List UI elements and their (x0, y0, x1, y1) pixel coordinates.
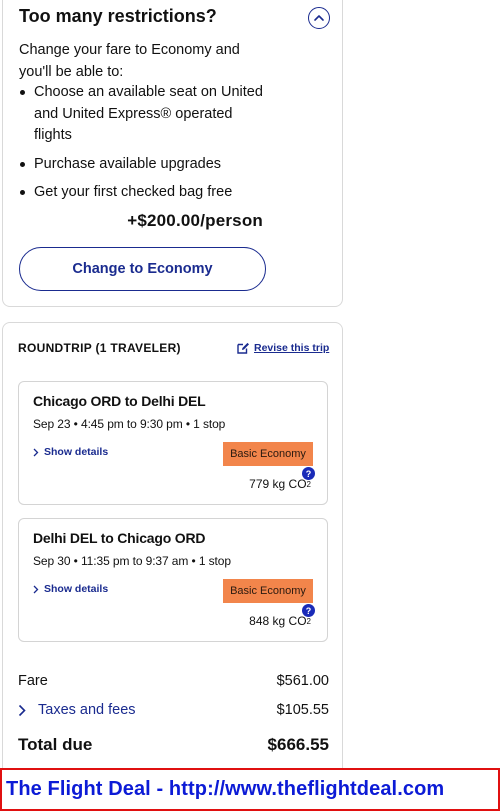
upgrade-price: +$200.00/person (127, 211, 263, 230)
trip-heading: ROUNDTRIP (1 TRAVELER) (18, 341, 181, 355)
co2-emissions: 848 kg CO 2 ? (249, 604, 315, 628)
edit-icon (237, 342, 249, 354)
chevron-right-icon (18, 704, 26, 716)
upsell-intro: Change your fare to Economy and you'll b… (19, 42, 240, 80)
co2-value: 848 kg CO (249, 614, 307, 628)
co2-subscript: 2 (306, 479, 311, 489)
help-icon[interactable]: ? (302, 604, 315, 617)
total-value: $666.55 (267, 735, 329, 754)
benefit-item-bag: Get your first checked bag free (19, 182, 269, 204)
taxes-toggle[interactable]: Taxes and fees (18, 702, 136, 718)
revise-trip-label: Revise this trip (254, 342, 330, 354)
co2-subscript: 2 (306, 616, 311, 626)
flight-route: Chicago ORD to Delhi DEL (33, 393, 206, 409)
chevron-right-icon (33, 448, 39, 456)
benefit-list: Choose an available seat on United and U… (19, 82, 269, 204)
show-details-label: Show details (44, 583, 109, 595)
fare-label: Fare (18, 673, 48, 689)
benefit-item-upgrades: Purchase available upgrades (19, 154, 269, 176)
taxes-label: Taxes and fees (38, 702, 136, 718)
fare-row: Fare $561.00 (18, 673, 329, 689)
flight-card-outbound: Chicago ORD to Delhi DEL Sep 23 • 4:45 p… (18, 381, 328, 505)
show-details-link[interactable]: Show details (33, 446, 108, 458)
flight-deal-banner: The Flight Deal - http://www.theflightde… (0, 768, 500, 811)
revise-trip-link[interactable]: Revise this trip (236, 341, 329, 355)
fare-class-badge: Basic Economy (223, 442, 313, 466)
total-label: Total due (18, 735, 93, 754)
banner-text: The Flight Deal - http://www.theflightde… (6, 778, 445, 800)
upsell-card: Too many restrictions? Change your fare … (2, 0, 343, 307)
chevron-right-icon (33, 585, 39, 593)
benefit-item-seat: Choose an available seat on United and U… (19, 82, 269, 147)
flight-card-return: Delhi DEL to Chicago ORD Sep 30 • 11:35 … (18, 518, 328, 642)
flight-times: Sep 30 • 11:35 pm to 9:37 am • 1 stop (33, 554, 231, 568)
co2-emissions: 779 kg CO 2 ? (249, 467, 315, 491)
show-details-link[interactable]: Show details (33, 583, 108, 595)
change-to-economy-button[interactable]: Change to Economy (19, 247, 266, 291)
flight-times: Sep 23 • 4:45 pm to 9:30 pm • 1 stop (33, 417, 226, 431)
taxes-value: $105.55 (276, 702, 329, 718)
show-details-label: Show details (44, 446, 109, 458)
fare-value: $561.00 (276, 673, 329, 689)
total-row: Total due $666.55 (18, 735, 329, 755)
flight-route: Delhi DEL to Chicago ORD (33, 530, 206, 546)
co2-value: 779 kg CO (249, 477, 307, 491)
taxes-row: Taxes and fees $105.55 (18, 702, 329, 718)
chevron-up-icon (314, 15, 324, 21)
fare-class-badge: Basic Economy (223, 579, 313, 603)
upsell-title: Too many restrictions? (19, 6, 217, 26)
collapse-button[interactable] (308, 7, 330, 29)
trip-summary-card: ROUNDTRIP (1 TRAVELER) Revise this trip … (2, 322, 343, 811)
help-icon[interactable]: ? (302, 467, 315, 480)
